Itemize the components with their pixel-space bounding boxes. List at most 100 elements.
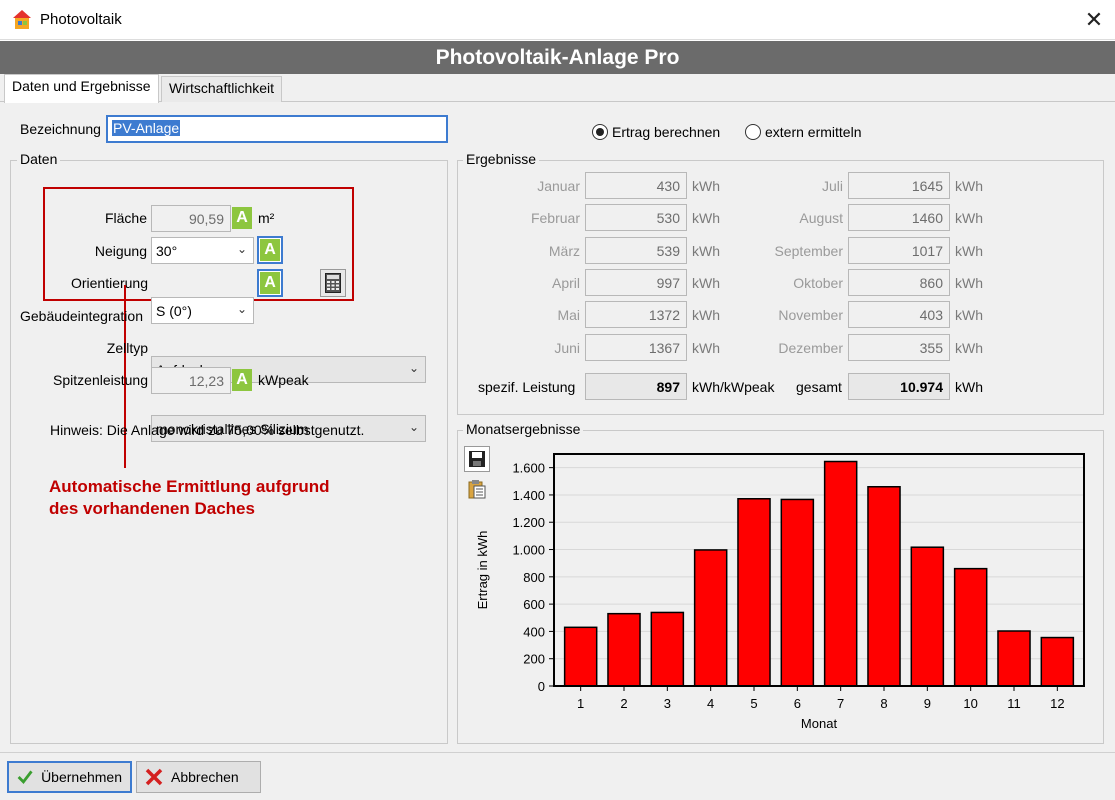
close-icon[interactable]: ✕ (1080, 6, 1108, 34)
month-unit: kWh (955, 275, 983, 291)
auto-a-icon: A (260, 239, 280, 261)
page-title: Photovoltaik-Anlage Pro (0, 41, 1115, 74)
spitzenleistung-label: Spitzenleistung (53, 372, 148, 388)
gesamt-field: 10.974 (848, 373, 950, 400)
month-value-field: 1372 (585, 301, 687, 328)
month-unit: kWh (692, 243, 720, 259)
month-unit: kWh (955, 340, 983, 356)
flaeche-label: Fläche (104, 210, 147, 226)
month-value-field: 1460 (848, 204, 950, 231)
month-label: September (774, 243, 843, 259)
month-unit: kWh (692, 307, 720, 323)
x-tick-label: 1 (577, 696, 584, 711)
ergebnisse-group-label: Ergebnisse (463, 151, 540, 167)
abbrechen-button[interactable]: Abbrechen (136, 761, 261, 793)
month-value-field: 430 (585, 172, 687, 199)
chart-bar (910, 546, 945, 687)
x-tick-label: 6 (794, 696, 801, 711)
tab-wirtschaftlichkeit[interactable]: Wirtschaftlichkeit (161, 76, 283, 102)
spezif-label: spezif. Leistung (478, 379, 576, 395)
month-value-field: 403 (848, 301, 950, 328)
chevron-down-icon: ⌄ (408, 420, 419, 434)
month-unit: kWh (692, 275, 720, 291)
month-value-field: 539 (585, 237, 687, 264)
x-tick-label: 12 (1050, 696, 1064, 711)
month-value-field: 1017 (848, 237, 950, 264)
chevron-down-icon: ⌄ (408, 361, 419, 375)
y-axis-label: Ertrag in kWh (475, 531, 490, 610)
x-tick-label: 9 (924, 696, 931, 711)
radio-extern-ermitteln[interactable] (745, 124, 761, 140)
calculator-button[interactable] (320, 269, 346, 297)
x-tick-label: 3 (664, 696, 671, 711)
orientierung-value: S (0°) (156, 302, 192, 319)
y-tick-label: 1.200 (512, 515, 545, 530)
month-unit: kWh (692, 178, 720, 194)
auto-a-icon: A (260, 272, 280, 294)
auto-a-icon[interactable]: A (232, 369, 252, 391)
month-label: März (548, 243, 580, 259)
uebernehmen-button[interactable]: Übernehmen (7, 761, 132, 793)
neigung-select[interactable]: 30° ⌄ (151, 237, 254, 264)
chart-bar (563, 626, 598, 687)
radio-ertrag-berechnen[interactable] (592, 124, 608, 140)
zelltyp-label: Zelltyp (106, 340, 148, 356)
x-tick-label: 10 (963, 696, 977, 711)
month-unit: kWh (955, 307, 983, 323)
chart-bar (693, 549, 728, 687)
spitzenleistung-field[interactable]: 12,23 (151, 367, 231, 394)
chart-bar (823, 460, 858, 687)
month-unit: kWh (692, 210, 720, 226)
annotation-text: Automatische Ermittlung aufgrund des vor… (49, 476, 330, 520)
uebernehmen-label: Übernehmen (41, 769, 122, 785)
x-tick-label: 7 (837, 696, 844, 711)
x-tick-label: 4 (707, 696, 714, 711)
monatsergebnisse-group-label: Monatsergebnisse (463, 421, 584, 437)
chart-bar (867, 486, 901, 687)
gesamt-label: gesamt (796, 379, 842, 395)
auto-a-button[interactable]: A (257, 236, 283, 264)
chart-bar (780, 498, 815, 687)
chevron-down-icon: ⌄ (236, 242, 247, 256)
tab-daten-und-ergebnisse[interactable]: Daten und Ergebnisse (4, 74, 159, 103)
month-unit: kWh (692, 340, 720, 356)
auto-a-icon[interactable]: A (232, 207, 252, 229)
chart-bar (1040, 636, 1075, 687)
y-tick-label: 1.400 (512, 488, 545, 503)
neigung-label: Neigung (94, 243, 147, 259)
x-axis-label: Monat (801, 716, 838, 731)
auto-a-button[interactable]: A (257, 269, 283, 297)
month-value-field: 1367 (585, 334, 687, 361)
hinweis-text: Hinweis: Die Anlage wird zu 75,00% selbs… (50, 422, 365, 438)
flaeche-field[interactable]: 90,59 (151, 205, 231, 232)
neigung-value: 30° (156, 242, 178, 259)
daten-group-label: Daten (17, 151, 61, 167)
month-label: Juni (554, 340, 580, 356)
bezeichnung-input[interactable]: PV-Anlage (106, 115, 448, 143)
month-label: Januar (537, 178, 580, 194)
orientierung-select[interactable]: S (0°) ⌄ (151, 297, 254, 324)
y-tick-label: 800 (523, 570, 545, 585)
window-title: Photovoltaik (40, 11, 122, 28)
monthly-bar-chart: 02004006008001.0001.2001.4001.600 123456… (475, 453, 1085, 731)
month-label: Dezember (778, 340, 843, 356)
month-label: Mai (557, 307, 580, 323)
month-value-field: 997 (585, 269, 687, 296)
chevron-down-icon: ⌄ (236, 302, 247, 316)
month-unit: kWh (955, 178, 983, 194)
radio-extern-label: extern ermitteln (765, 124, 862, 140)
month-value-field: 530 (585, 204, 687, 231)
y-tick-label: 1.600 (512, 461, 545, 476)
month-value-field: 860 (848, 269, 950, 296)
annotation-line-1: Automatische Ermittlung aufgrund (49, 477, 330, 496)
month-label: Oktober (793, 275, 843, 291)
annotation-line-2: des vorhandenen Daches (49, 499, 255, 518)
spezif-field: 897 (585, 373, 687, 400)
chart-bar (737, 498, 771, 687)
y-tick-label: 600 (523, 597, 545, 612)
x-tick-label: 11 (1007, 696, 1021, 711)
month-value-field: 355 (848, 334, 950, 361)
house-icon (13, 10, 31, 29)
month-unit: kWh (955, 243, 983, 259)
chart-bar (953, 567, 988, 687)
